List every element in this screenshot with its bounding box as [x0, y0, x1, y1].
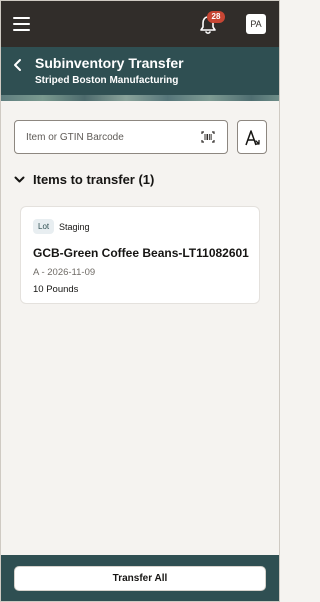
page-title: Subinventory Transfer [35, 55, 184, 71]
item-name: GCB-Green Coffee Beans-LT11082601 [33, 246, 249, 260]
chevron-down-icon [14, 176, 25, 183]
item-quantity: 10 Pounds [33, 284, 79, 295]
user-avatar[interactable]: PA [246, 14, 266, 34]
notification-count-badge: 28 [207, 11, 225, 23]
barcode-scan-icon[interactable] [201, 131, 215, 143]
subinventory-label: Staging [59, 222, 90, 232]
menu-icon[interactable] [13, 17, 30, 31]
app-frame: 28 PA Subinventory Transfer Striped Bost… [0, 0, 280, 602]
item-lot-expiry: A - 2026-11-09 [33, 267, 96, 278]
search-placeholder: Item or GTIN Barcode [26, 132, 124, 143]
sort-icon [245, 130, 260, 146]
page-subtitle: Striped Boston Manufacturing [35, 75, 179, 86]
top-app-bar: 28 PA [1, 1, 279, 47]
header-decorative-strip [1, 95, 279, 101]
sort-button[interactable] [237, 120, 267, 154]
list-item[interactable]: Lot Staging GCB-Green Coffee Beans-LT110… [20, 206, 260, 304]
page-header: Subinventory Transfer Striped Boston Man… [1, 47, 279, 101]
item-search-input[interactable]: Item or GTIN Barcode [14, 120, 228, 154]
section-title: Items to transfer (1) [33, 172, 155, 187]
lot-badge: Lot [33, 219, 55, 234]
footer-bar: Transfer All [1, 555, 279, 601]
back-icon[interactable] [11, 58, 25, 72]
transfer-all-button[interactable]: Transfer All [14, 566, 266, 591]
